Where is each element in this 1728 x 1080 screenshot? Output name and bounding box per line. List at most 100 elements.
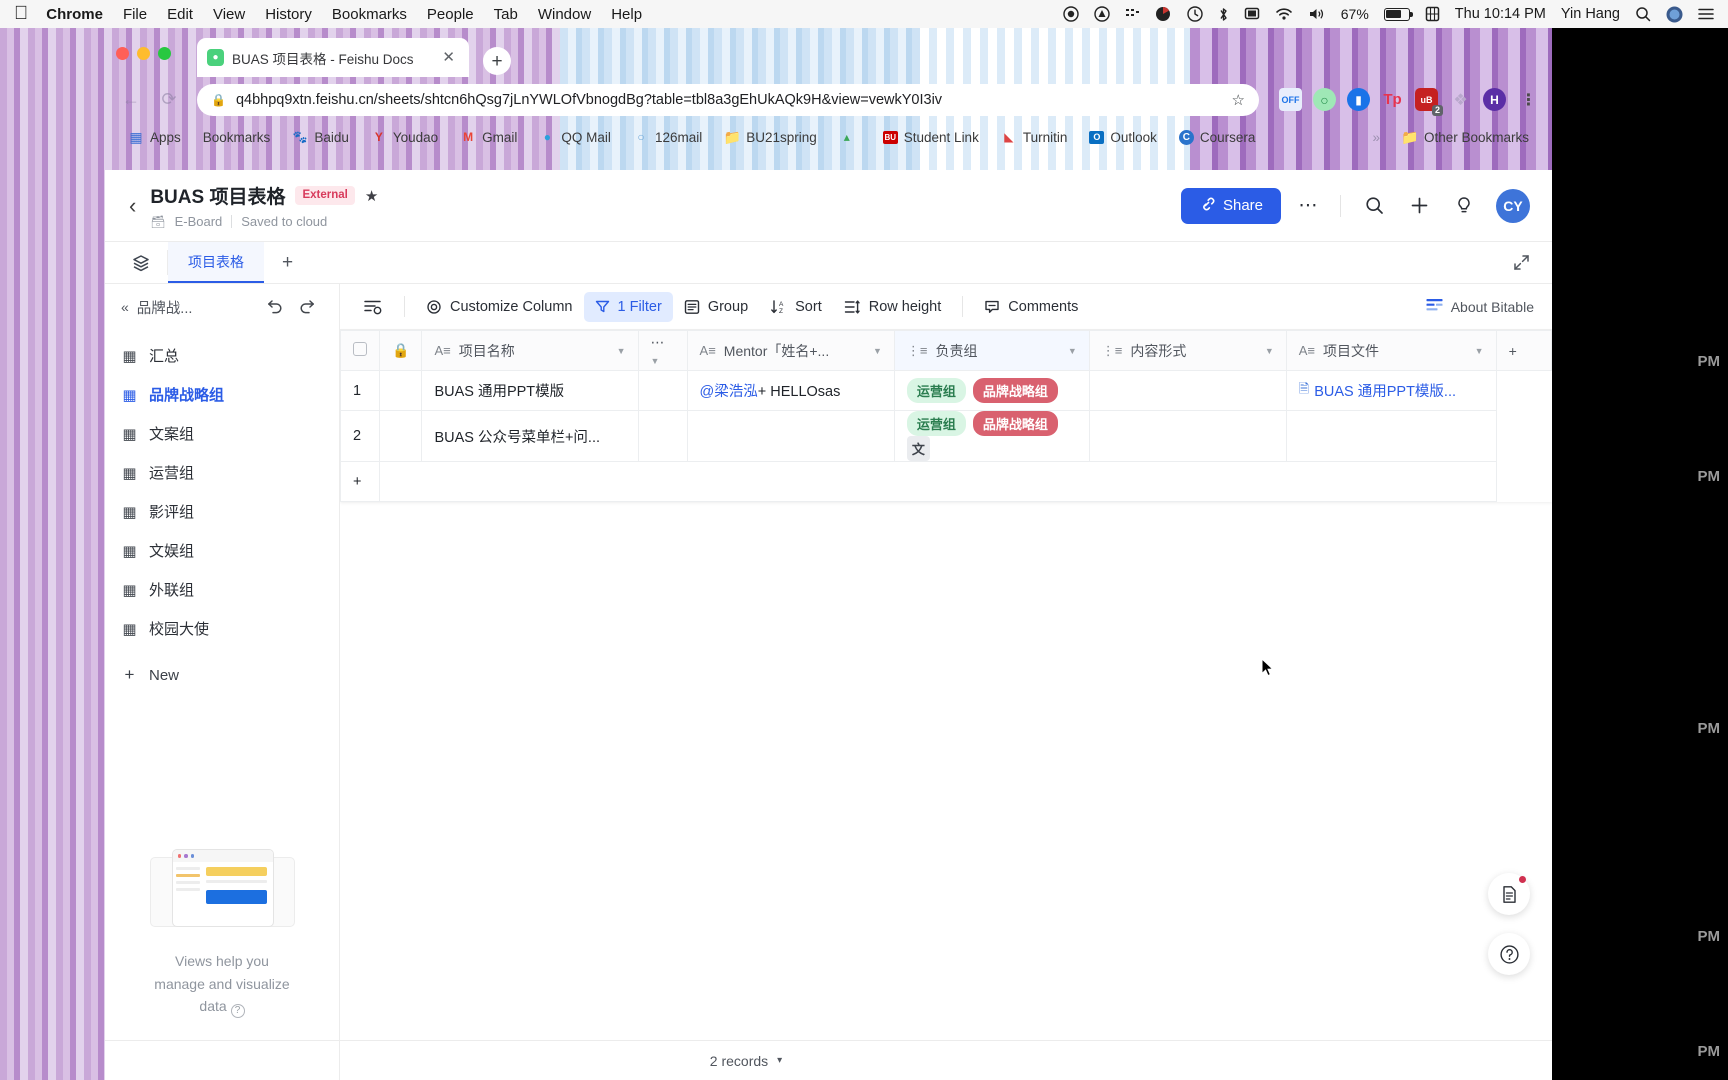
share-button[interactable]: Share	[1181, 188, 1281, 224]
control-center-icon[interactable]	[1698, 7, 1714, 21]
row-height-button[interactable]: Row height	[833, 292, 953, 322]
cell-content-form[interactable]	[1089, 411, 1286, 462]
tab-project-table[interactable]: 项目表格	[168, 242, 264, 283]
volume-icon[interactable]	[1308, 7, 1326, 21]
close-window-button[interactable]	[116, 47, 129, 60]
table-row[interactable]: 1 BUAS 通用PPT模版 @梁浩泓+ HELLOsas 运营组品牌战略组	[341, 371, 1552, 411]
bluetooth-icon[interactable]	[1218, 6, 1229, 23]
cell-mentor[interactable]	[687, 411, 894, 462]
bookmark-coursera[interactable]: C Coursera	[1168, 130, 1267, 145]
sidebar-item-film-review[interactable]: ▦ 影评组	[105, 492, 339, 531]
reload-button[interactable]: ⟳	[155, 86, 183, 114]
omnibox[interactable]: 🔒 q4bhpq9xtn.feishu.cn/sheets/shtcn6hQsg…	[197, 84, 1259, 116]
wifi-icon[interactable]	[1275, 7, 1293, 21]
lightbulb-icon[interactable]	[1446, 188, 1482, 224]
sidebar-item-campus-ambassador[interactable]: ▦ 校园大使	[105, 609, 339, 648]
chevron-down-icon[interactable]: ▼	[1265, 346, 1274, 356]
sidebar-item-entertainment[interactable]: ▦ 文娱组	[105, 531, 339, 570]
add-row-button[interactable]: +	[341, 462, 380, 502]
bookmark-126mail[interactable]: ○ 126mail	[622, 129, 713, 145]
bookmark-bookmarks[interactable]: Bookmarks	[192, 130, 282, 145]
chevron-down-icon[interactable]: ▼	[1068, 346, 1077, 356]
chevron-down-icon[interactable]: ▼	[651, 356, 660, 366]
menu-item-tab[interactable]: Tab	[494, 6, 518, 23]
sort-button[interactable]: AZ Sort	[759, 292, 833, 322]
column-header-project-file[interactable]: A≡ 项目文件 ▼	[1286, 331, 1496, 371]
sidebar-item-summary[interactable]: ▦ 汇总	[105, 336, 339, 375]
mention-chip[interactable]: @梁浩泓	[700, 384, 758, 400]
cell-owner-group[interactable]: 运营组品牌战略组	[894, 371, 1089, 411]
search-icon[interactable]	[1356, 188, 1392, 224]
record-count-control[interactable]: 2 records ▾	[340, 1053, 1152, 1069]
column-header-project-name[interactable]: A≡ 项目名称 ▼	[422, 331, 638, 371]
bookmark-turnitin[interactable]: ◣ Turnitin	[990, 129, 1079, 145]
new-table-button[interactable]: + New	[105, 654, 339, 696]
bookmark-outlook[interactable]: O Outlook	[1078, 130, 1168, 145]
menu-item-help[interactable]: Help	[611, 6, 642, 23]
siri-icon[interactable]	[1666, 6, 1683, 23]
battery-icon[interactable]	[1384, 8, 1410, 21]
layers-icon[interactable]	[115, 242, 167, 283]
plus-icon[interactable]	[1401, 188, 1437, 224]
apple-icon[interactable]: 	[14, 4, 28, 23]
close-icon[interactable]: ✕	[438, 48, 459, 67]
ublock-icon[interactable]: uB	[1415, 88, 1438, 111]
menu-item-view[interactable]: View	[213, 6, 245, 23]
sidebar-item-operations[interactable]: ▦ 运营组	[105, 453, 339, 492]
browser-tab[interactable]: ● BUAS 项目表格 - Feishu Docs ✕	[197, 38, 469, 77]
sidebar-item-brand-strategy[interactable]: ▦ 品牌战略组	[105, 375, 339, 414]
customize-column-button[interactable]: Customize Column	[415, 292, 584, 322]
clock-icon[interactable]	[1187, 6, 1203, 22]
add-column-button[interactable]: +	[1496, 331, 1551, 371]
bookmark-qqmail[interactable]: ● QQ Mail	[528, 129, 622, 145]
menu-item-file[interactable]: File	[123, 6, 147, 23]
menu-item-window[interactable]: Window	[538, 6, 591, 23]
file-link[interactable]: 🗎 BUAS 通用PPT模版...	[1299, 380, 1456, 402]
cell-project-file[interactable]	[1286, 411, 1496, 462]
address-bar-url[interactable]: q4bhpq9xtn.feishu.cn/sheets/shtcn6hQsg7j…	[236, 92, 1222, 108]
new-tab-button[interactable]: +	[483, 47, 511, 75]
question-icon[interactable]: ?	[231, 1004, 245, 1018]
bookmark-gmail[interactable]: M Gmail	[449, 129, 528, 145]
expand-icon[interactable]	[1491, 242, 1552, 283]
table-row[interactable]: 2 BUAS 公众号菜单栏+问... 运营组品牌战略组文	[341, 411, 1552, 462]
column-header-content-form[interactable]: ⋮≡ 内容形式 ▼	[1089, 331, 1286, 371]
display-icon[interactable]	[1244, 7, 1260, 22]
menu-app-name[interactable]: Chrome	[46, 6, 103, 23]
minimize-window-button[interactable]	[137, 47, 150, 60]
undo-icon[interactable]	[259, 296, 291, 319]
grammarly-icon[interactable]: ○	[1313, 88, 1336, 111]
cell-project-name[interactable]: BUAS 公众号菜单栏+问...	[422, 411, 638, 462]
column-header-overflow[interactable]: ⋯ ▼	[638, 331, 687, 371]
avatar[interactable]: CY	[1496, 189, 1530, 223]
bookmark-ext-icon[interactable]: ▮	[1347, 88, 1370, 111]
bookmark-baidu[interactable]: 🐾 Baidu	[281, 129, 360, 145]
sidebar-item-copywriting[interactable]: ▦ 文案组	[105, 414, 339, 453]
cell-content-form[interactable]	[1089, 371, 1286, 411]
column-header-mentor[interactable]: A≡ Mentor「姓名+... ▼	[687, 331, 894, 371]
bookmark-youdao[interactable]: Y Youdao	[360, 129, 449, 145]
chevron-down-icon[interactable]: ▼	[617, 346, 626, 356]
menu-item-edit[interactable]: Edit	[167, 6, 193, 23]
camera-icon[interactable]	[1155, 6, 1172, 22]
backblaze-icon[interactable]	[1094, 6, 1110, 22]
cell-project-file[interactable]: 🗎 BUAS 通用PPT模版...	[1286, 371, 1496, 411]
keyboard-icon[interactable]	[1425, 6, 1440, 22]
puzzle-icon[interactable]: ❖	[1449, 88, 1472, 111]
maximize-window-button[interactable]	[158, 47, 171, 60]
breadcrumb[interactable]: E-Board	[175, 214, 223, 229]
tp-icon[interactable]: Tp	[1381, 88, 1404, 111]
chevron-down-icon[interactable]: ▼	[1475, 346, 1484, 356]
about-bitable-button[interactable]: About Bitable	[1426, 298, 1540, 315]
filter-button[interactable]: 1 Filter	[584, 292, 673, 322]
chevron-down-icon[interactable]: ▼	[873, 346, 882, 356]
cell-mentor[interactable]: @梁浩泓+ HELLOsas	[687, 371, 894, 411]
more-dots-icon[interactable]: ⋯	[1290, 188, 1326, 224]
record-icon[interactable]	[1063, 6, 1079, 22]
column-header-owner-group[interactable]: ⋮≡ 负责组 ▼	[894, 331, 1089, 371]
collapse-icon[interactable]: «	[121, 299, 129, 315]
grid-search-icon[interactable]	[352, 292, 394, 322]
star-outline-icon[interactable]: ☆	[1232, 91, 1245, 109]
bookmark-apps[interactable]: ▦ Apps	[117, 129, 192, 145]
comments-button[interactable]: Comments	[973, 292, 1089, 322]
